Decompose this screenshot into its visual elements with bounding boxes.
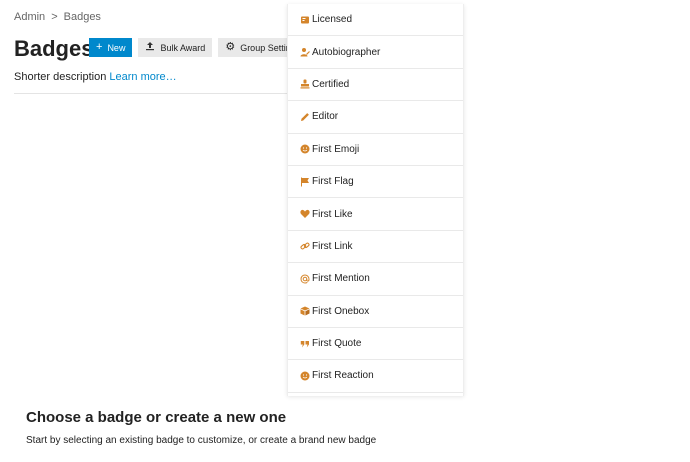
breadcrumb: Admin > Badges	[14, 11, 101, 23]
pencil-icon	[299, 111, 310, 122]
flag-icon	[299, 176, 310, 187]
header-divider	[14, 93, 290, 94]
badge-label: First Quote	[312, 338, 362, 350]
user-pen-icon	[299, 47, 310, 58]
plus-icon: +	[96, 41, 103, 53]
upload-icon	[145, 41, 155, 54]
link-icon	[299, 241, 310, 252]
badge-label: First Flag	[312, 176, 354, 188]
badge-item-licensed[interactable]: Licensed	[288, 4, 463, 37]
badge-label: First Like	[312, 208, 353, 220]
cube-icon	[299, 306, 310, 317]
empty-state-title: Choose a badge or create a new one	[26, 409, 287, 426]
quote-icon	[299, 338, 310, 349]
breadcrumb-badges-link[interactable]: Badges	[64, 11, 101, 23]
new-badge-label: New	[107, 42, 126, 53]
badge-item-first-reaction[interactable]: First Reaction	[288, 360, 463, 393]
smile-icon	[299, 370, 310, 381]
toolbar: + New Bulk Award ⚙ Group Settings	[89, 38, 308, 57]
description-text: Shorter description	[14, 71, 107, 83]
learn-more-link[interactable]: Learn more…	[109, 71, 176, 83]
badge-item-first-like[interactable]: First Like	[288, 198, 463, 231]
badge-label: Autobiographer	[312, 46, 381, 58]
at-icon	[299, 273, 310, 284]
badge-label: First Mention	[312, 273, 370, 285]
badge-item-certified[interactable]: Certified	[288, 69, 463, 102]
heart-icon	[299, 209, 310, 220]
page-title: Badges	[14, 36, 94, 61]
bulk-award-button[interactable]: Bulk Award	[138, 38, 213, 57]
badge-item-first-mention[interactable]: First Mention	[288, 263, 463, 296]
bulk-award-label: Bulk Award	[160, 42, 206, 53]
badge-label: First Reaction	[312, 370, 374, 382]
badge-label: First Emoji	[312, 143, 360, 155]
smile-icon	[299, 144, 310, 155]
breadcrumb-admin-link[interactable]: Admin	[14, 11, 45, 23]
badge-item-editor[interactable]: Editor	[288, 101, 463, 134]
badge-list: Licensed Autobiographer Certified Editor…	[287, 4, 464, 396]
badge-label: First Link	[312, 240, 353, 252]
badge-label: Certified	[312, 78, 350, 90]
badge-label: First Onebox	[312, 305, 370, 317]
page-description: Shorter description Learn more…	[14, 71, 177, 83]
empty-state-subtitle: Start by selecting an existing badge to …	[26, 435, 377, 446]
badge-item-first-link[interactable]: First Link	[288, 231, 463, 264]
badge-item-first-onebox[interactable]: First Onebox	[288, 296, 463, 328]
new-badge-button[interactable]: + New	[89, 38, 133, 57]
badge-label: Editor	[312, 111, 339, 123]
breadcrumb-separator: >	[51, 11, 58, 23]
gear-icon: ⚙	[225, 41, 236, 53]
badge-item-first-emoji[interactable]: First Emoji	[288, 134, 463, 166]
badge-label: Licensed	[312, 14, 353, 26]
badge-item-first-flag[interactable]: First Flag	[288, 166, 463, 199]
stamp-icon	[299, 79, 310, 90]
badge-item-autobiographer[interactable]: Autobiographer	[288, 36, 463, 69]
certificate-icon	[299, 14, 310, 25]
badge-item-first-quote[interactable]: First Quote	[288, 328, 463, 361]
admin-badges-page: Admin > Badges Badges + New Bulk Award ⚙…	[0, 0, 690, 462]
